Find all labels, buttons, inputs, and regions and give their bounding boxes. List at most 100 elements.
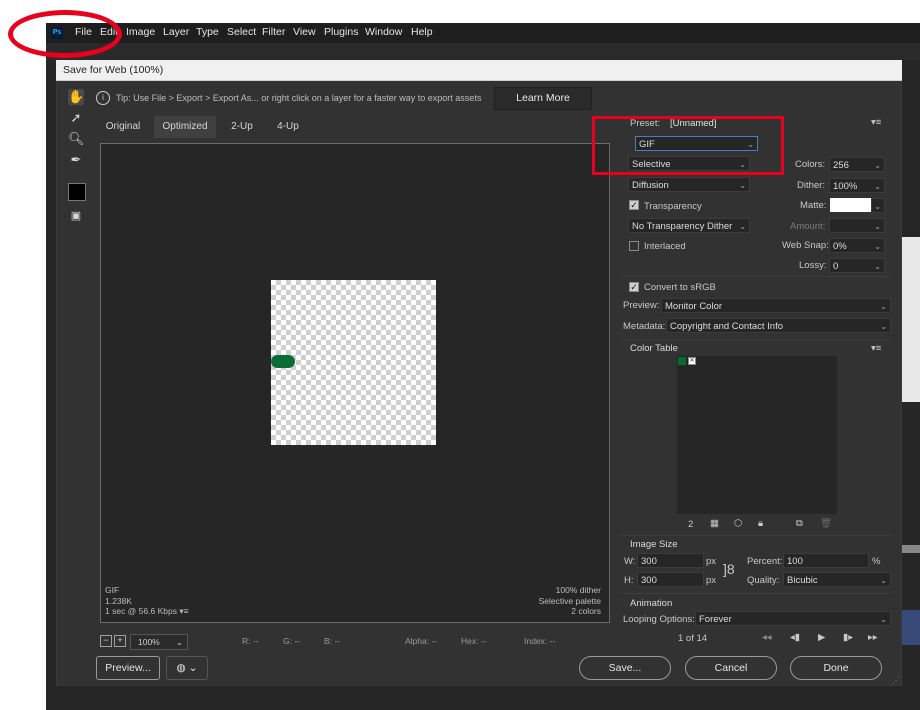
tab-optimized[interactable]: Optimized	[154, 116, 216, 138]
learn-more-button[interactable]: Learn More	[494, 87, 592, 110]
previous-frame-icon[interactable]: ◂▮	[790, 632, 800, 643]
document-canvas-edge	[900, 237, 920, 402]
dialog-titlebar[interactable]	[56, 60, 902, 81]
preview-color-select[interactable]: Monitor Color ⌄	[661, 298, 891, 313]
divider	[620, 593, 892, 594]
cancel-button[interactable]: Cancel	[685, 656, 777, 680]
tab-4-up[interactable]: 4-Up	[268, 116, 308, 138]
menu-filter[interactable]: Filter	[262, 26, 285, 38]
dither-field[interactable]: 100% ⌄	[829, 178, 885, 193]
dither-algorithm-select[interactable]: Diffusion ⌄	[628, 177, 750, 192]
convert-srgb-checkbox[interactable]: ✓	[629, 282, 639, 292]
colors-field[interactable]: 256 ⌄	[829, 157, 885, 172]
preview-info-left: GIF 1.238K 1 sec @ 56.6 Kbps ▾≡	[105, 585, 189, 617]
toggle-slices-icon[interactable]: ▣	[68, 208, 84, 224]
menu-select[interactable]: Select	[227, 26, 256, 38]
preview-label: Preview:	[623, 300, 660, 311]
done-button[interactable]: Done	[790, 656, 882, 680]
play-icon[interactable]: ▶	[818, 632, 825, 643]
tab-2-up[interactable]: 2-Up	[222, 116, 262, 138]
lock-color-icon[interactable]: 🔒︎	[758, 518, 763, 529]
readout-g: G: --	[283, 636, 300, 646]
width-field[interactable]: 300	[637, 553, 704, 568]
menu-type[interactable]: Type	[196, 26, 219, 38]
colors-info: 2 colors	[571, 606, 601, 616]
trash-icon[interactable]: 🗑︎	[820, 518, 832, 529]
eyedropper-tool-icon[interactable]: ✒	[68, 152, 84, 168]
zoom-in-button[interactable]: +	[114, 635, 126, 647]
transparency-checkbox[interactable]: ✓	[629, 200, 639, 210]
amount-field[interactable]: ⌄	[829, 218, 885, 233]
menu-view[interactable]: View	[293, 26, 316, 38]
color-swatch[interactable]	[678, 357, 686, 365]
hand-tool-icon[interactable]: ✋	[68, 89, 84, 105]
slice-select-tool-icon[interactable]: ➚	[68, 110, 84, 126]
web-snap-field[interactable]: 0% ⌄	[829, 238, 885, 253]
zoom-level-select[interactable]: 100% ⌄	[130, 634, 188, 650]
chevron-down-icon: ⌄	[175, 637, 183, 647]
readout-alpha: Alpha: --	[405, 636, 438, 646]
lossy-field[interactable]: 0 ⌄	[829, 258, 885, 273]
last-frame-icon[interactable]: ▸▸	[868, 632, 878, 643]
divider	[620, 535, 892, 536]
width-label: W:	[624, 556, 636, 567]
convert-srgb-label: Convert to sRGB	[644, 282, 716, 293]
save-button[interactable]: Save...	[579, 656, 671, 680]
image-size-title: Image Size	[630, 539, 678, 550]
palette-info: Selective palette	[538, 595, 601, 606]
preview-in-browser-button[interactable]: Preview...	[96, 656, 160, 680]
chevron-down-icon: ⌄	[874, 262, 881, 271]
transparency-dither-select[interactable]: No Transparency Dither ⌄	[628, 218, 750, 233]
metadata-select[interactable]: Copyright and Contact Info ⌄	[666, 318, 891, 333]
menu-layer[interactable]: Layer	[163, 26, 189, 38]
chevron-down-icon: ⌄	[874, 242, 881, 251]
dither-label: Dither:	[797, 180, 825, 191]
chevron-down-icon: ⌄	[874, 222, 881, 231]
first-frame-icon[interactable]: ◂◂	[762, 632, 772, 643]
preview-info-right: 100% dither Selective palette 2 colors	[500, 585, 601, 617]
eyedropper-color-swatch[interactable]	[68, 183, 86, 201]
menu-window[interactable]: Window	[365, 26, 402, 38]
color-table[interactable]	[677, 356, 837, 514]
matte-select[interactable]: ⌄	[871, 198, 885, 213]
optimize-menu-icon[interactable]: ▾≡	[871, 117, 881, 128]
zoom-tool-icon[interactable]: 🔍︎	[68, 131, 85, 147]
menu-image[interactable]: Image	[126, 26, 155, 38]
menu-plugins[interactable]: Plugins	[324, 26, 358, 38]
height-label: H:	[624, 575, 634, 586]
chevron-down-icon: ⌄	[739, 181, 746, 190]
browser-select-icon[interactable]: ◍ ⌄	[166, 656, 208, 680]
panel-edge	[900, 545, 920, 553]
constrain-proportions-icon[interactable]: ]8	[723, 561, 735, 577]
color-table-menu-icon[interactable]: ▾≡	[871, 343, 881, 354]
interlaced-checkbox[interactable]	[629, 241, 639, 251]
web-snap-label: Web Snap:	[782, 240, 829, 251]
color-table-title: Color Table	[630, 343, 678, 354]
quality-select[interactable]: Bicubic ⌄	[783, 572, 891, 587]
readout-index: Index: --	[524, 636, 556, 646]
divider	[620, 276, 892, 277]
chevron-down-icon: ⌄	[880, 615, 887, 624]
chevron-down-icon: ⌄	[874, 182, 881, 191]
percent-label: Percent:	[747, 556, 783, 567]
height-field[interactable]: 300	[637, 572, 704, 587]
percent-field[interactable]: 100	[783, 553, 869, 568]
looping-options-select[interactable]: Forever ⌄	[695, 611, 891, 626]
tab-original[interactable]: Original	[96, 116, 150, 138]
metadata-label: Metadata:	[623, 321, 666, 332]
resize-grip-icon[interactable]: ⋰	[892, 676, 900, 685]
web-shift-icon[interactable]: ⬡	[734, 518, 742, 529]
info-icon: i	[96, 91, 110, 105]
color-count: 2	[688, 519, 694, 530]
menu-help[interactable]: Help	[411, 26, 433, 38]
map-to-transparent-icon[interactable]: ▦	[710, 518, 719, 529]
add-color-icon[interactable]: ⧉	[796, 518, 803, 529]
options-bar	[46, 43, 920, 60]
matte-color-swatch[interactable]	[830, 198, 871, 212]
transparent-swatch[interactable]: ✕	[688, 357, 696, 365]
zoom-out-button[interactable]: −	[100, 635, 112, 647]
dialog-title: Save for Web (100%)	[63, 64, 164, 76]
next-frame-icon[interactable]: ▮▸	[843, 632, 853, 643]
download-menu-icon[interactable]: ▾≡	[179, 606, 188, 616]
download-time-info: 1 sec @ 56.6 Kbps ▾≡	[105, 606, 189, 616]
